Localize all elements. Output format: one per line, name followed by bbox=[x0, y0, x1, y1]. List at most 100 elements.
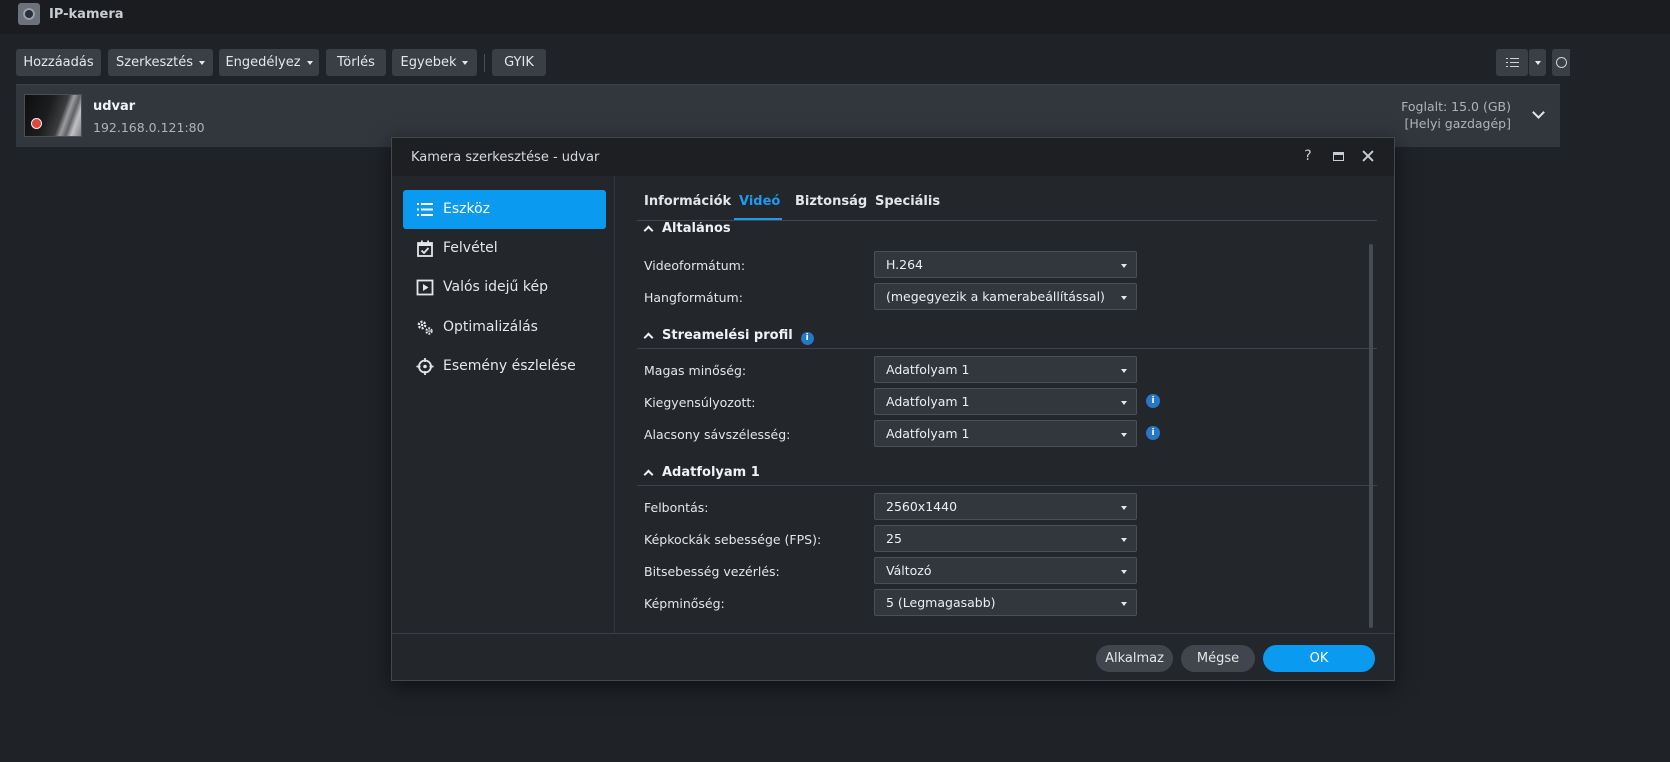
select-value: Adatfolyam 1 bbox=[886, 426, 970, 441]
faq-button[interactable]: GYIK bbox=[492, 49, 546, 76]
expand-chevron-icon[interactable] bbox=[1532, 106, 1545, 119]
dialog-tabs: Információk Videó Biztonság Speciális bbox=[637, 176, 1377, 221]
sidebar-item-device[interactable]: Eszköz bbox=[403, 190, 606, 229]
maximize-icon bbox=[1332, 151, 1344, 161]
fps-select[interactable]: 25 bbox=[874, 525, 1137, 552]
section-divider bbox=[637, 348, 1377, 349]
active-tab-indicator bbox=[734, 218, 782, 220]
section-header-stream-1[interactable]: Adatfolyam 1 bbox=[643, 465, 760, 480]
list-view-button[interactable] bbox=[1496, 49, 1528, 76]
collapse-chevron-icon bbox=[643, 332, 654, 343]
camera-host: [Helyi gazdagép] bbox=[1404, 116, 1511, 131]
bitrate-control-select[interactable]: Változó bbox=[874, 557, 1137, 584]
recording-status-icon bbox=[31, 118, 42, 129]
select-value: 2560x1440 bbox=[886, 499, 958, 514]
low-bandwidth-select[interactable]: Adatfolyam 1 bbox=[874, 420, 1137, 447]
close-button[interactable] bbox=[1358, 146, 1378, 166]
section-header-streaming-profile[interactable]: Streamelési profil i bbox=[643, 328, 814, 345]
caret-down-icon bbox=[1121, 570, 1127, 574]
collapse-chevron-icon bbox=[643, 469, 654, 480]
cancel-button[interactable]: Mégse bbox=[1181, 645, 1255, 672]
gears-icon bbox=[417, 320, 433, 335]
sidebar-item-optimization[interactable]: Optimalizálás bbox=[403, 308, 606, 347]
cancel-button-label: Mégse bbox=[1196, 651, 1240, 666]
ok-button-label: OK bbox=[1309, 651, 1329, 666]
sidebar-item-recording[interactable]: Felvétel bbox=[403, 229, 606, 268]
sidebar-item-event-detection[interactable]: Esemény észlelése bbox=[403, 347, 606, 386]
edit-button-label: Szerkesztés bbox=[116, 55, 193, 70]
image-quality-select[interactable]: 5 (Legmagasabb) bbox=[874, 589, 1137, 616]
list-view-icon bbox=[1505, 57, 1519, 68]
audio-format-select[interactable]: (megegyezik a kamerabeállítással) bbox=[874, 283, 1137, 310]
tab-security[interactable]: Biztonság bbox=[795, 194, 867, 209]
more-dropdown-button[interactable]: Egyebek bbox=[392, 49, 477, 76]
high-quality-label: Magas minőség: bbox=[644, 363, 747, 378]
camera-thumbnail bbox=[24, 94, 82, 137]
dialog-footer: Alkalmaz Mégse OK bbox=[392, 633, 1394, 680]
dialog-title: Kamera szerkesztése - udvar bbox=[411, 150, 600, 165]
select-value: H.264 bbox=[886, 257, 924, 272]
dialog-sidebar: Eszköz Felvétel Valós idejű kép Optimali… bbox=[392, 176, 615, 633]
view-options-dropdown[interactable] bbox=[1529, 49, 1546, 76]
caret-down-icon bbox=[1121, 296, 1127, 300]
delete-button[interactable]: Törlés bbox=[326, 49, 386, 76]
info-icon[interactable]: i bbox=[800, 332, 814, 345]
sidebar-item-live-view[interactable]: Valós idejű kép bbox=[403, 268, 606, 307]
caret-down-icon bbox=[1121, 602, 1127, 606]
caret-down-icon bbox=[1121, 506, 1127, 510]
sidebar-item-label: Eszköz bbox=[443, 201, 491, 217]
info-icon[interactable]: i bbox=[1146, 426, 1160, 440]
collapse-chevron-icon bbox=[643, 225, 654, 236]
enable-button-label: Engedélyez bbox=[225, 55, 301, 70]
balanced-select[interactable]: Adatfolyam 1 bbox=[874, 388, 1137, 415]
caret-down-icon bbox=[1121, 401, 1127, 405]
tab-information[interactable]: Információk bbox=[644, 194, 731, 209]
resolution-select[interactable]: 2560x1440 bbox=[874, 493, 1137, 520]
maximize-button[interactable] bbox=[1328, 146, 1348, 166]
high-quality-select[interactable]: Adatfolyam 1 bbox=[874, 356, 1137, 383]
toolbar-divider bbox=[484, 54, 485, 72]
section-title: Adatfolyam 1 bbox=[662, 465, 760, 480]
crosshair-icon bbox=[416, 358, 434, 375]
search-icon bbox=[1555, 57, 1567, 68]
tab-video[interactable]: Videó bbox=[739, 194, 780, 209]
select-value: 25 bbox=[886, 531, 902, 546]
caret-down-icon bbox=[462, 60, 469, 65]
camera-app-icon bbox=[18, 3, 40, 25]
sidebar-item-label: Valós idejű kép bbox=[443, 279, 548, 295]
info-icon[interactable]: i bbox=[1146, 394, 1160, 408]
dialog-header: Kamera szerkesztése - udvar ? bbox=[392, 138, 1394, 176]
enable-dropdown-button[interactable]: Engedélyez bbox=[219, 49, 319, 76]
edit-dropdown-button[interactable]: Szerkesztés bbox=[108, 49, 213, 76]
tab-advanced[interactable]: Speciális bbox=[875, 194, 940, 209]
video-settings-panel: Általános Videoformátum: H.264 Hangformá… bbox=[637, 222, 1377, 632]
toolbar: Hozzáadás Szerkesztés Engedélyez Törlés … bbox=[0, 34, 1670, 84]
video-format-select[interactable]: H.264 bbox=[874, 251, 1137, 278]
add-button-label: Hozzáadás bbox=[23, 55, 94, 70]
caret-down-icon bbox=[1121, 369, 1127, 373]
apply-button[interactable]: Alkalmaz bbox=[1096, 645, 1173, 672]
more-button-label: Egyebek bbox=[400, 55, 457, 70]
add-button[interactable]: Hozzáadás bbox=[16, 49, 101, 76]
select-value: Változó bbox=[886, 563, 932, 578]
video-format-label: Videoformátum: bbox=[644, 258, 746, 273]
list-icon bbox=[417, 203, 433, 216]
help-icon: ? bbox=[1304, 148, 1312, 164]
bitrate-control-label: Bitsebesség vezérlés: bbox=[644, 564, 780, 579]
select-value: Adatfolyam 1 bbox=[886, 394, 970, 409]
sidebar-item-label: Felvétel bbox=[443, 240, 498, 256]
ok-button[interactable]: OK bbox=[1263, 645, 1375, 672]
image-quality-label: Képminőség: bbox=[644, 596, 725, 611]
sidebar-item-label: Optimalizálás bbox=[443, 319, 538, 335]
fps-label: Képkockák sebessége (FPS): bbox=[644, 532, 822, 547]
audio-format-label: Hangformátum: bbox=[644, 290, 743, 305]
content-scrollbar[interactable] bbox=[1369, 244, 1373, 628]
app-title-bar: IP-kamera bbox=[0, 0, 1670, 34]
close-icon bbox=[1362, 150, 1374, 162]
search-button[interactable] bbox=[1552, 49, 1570, 76]
app-title: IP-kamera bbox=[49, 7, 124, 22]
section-title: Általános bbox=[662, 222, 731, 236]
caret-down-icon bbox=[1121, 433, 1127, 437]
section-header-general[interactable]: Általános bbox=[643, 222, 731, 236]
help-button[interactable]: ? bbox=[1298, 146, 1318, 166]
